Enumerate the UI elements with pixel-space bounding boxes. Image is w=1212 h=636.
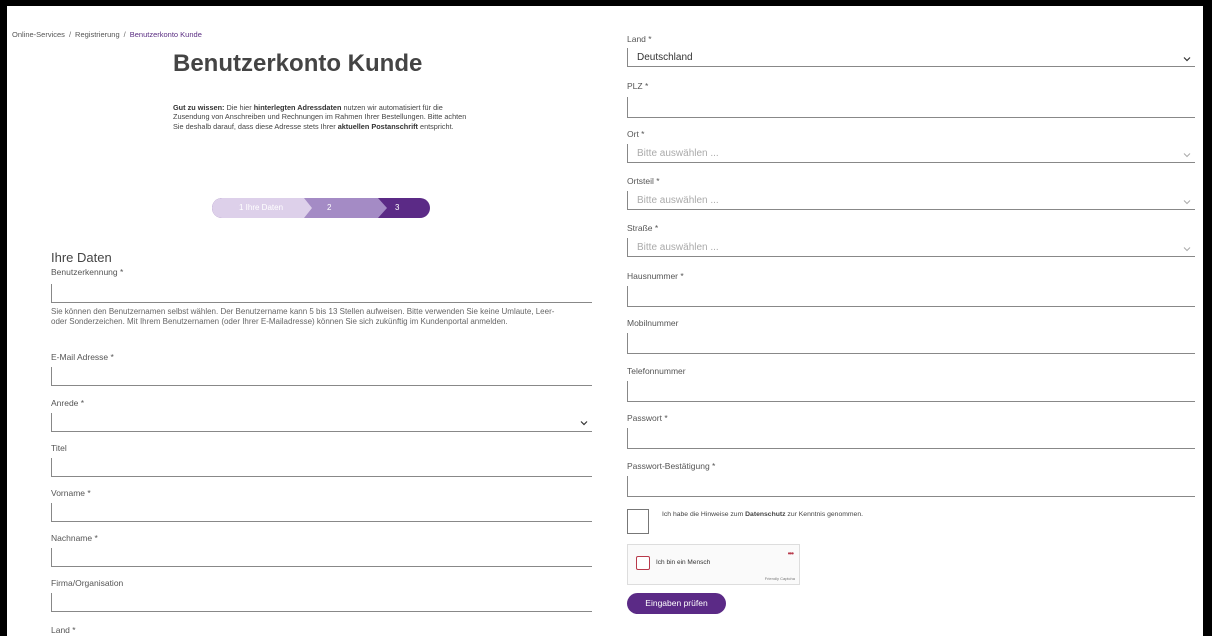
- chevron-down-icon: [1183, 198, 1191, 206]
- city-select-placeholder: Bitte auswählen ...: [637, 148, 719, 159]
- salutation-select[interactable]: [51, 413, 592, 432]
- chevron-down-icon: [1183, 151, 1191, 159]
- country-label-left: Land *: [51, 625, 76, 635]
- privacy-checkbox[interactable]: [627, 509, 649, 534]
- title-input[interactable]: [51, 458, 592, 477]
- mobile-label: Mobilnummer: [627, 318, 679, 328]
- zip-label: PLZ *: [627, 81, 649, 91]
- info-bold-hint: Gut zu wissen:: [173, 103, 225, 112]
- step-indicator: 1 Ihre Daten 2 3: [212, 198, 430, 218]
- housenumber-label: Hausnummer *: [627, 271, 684, 281]
- firstname-input[interactable]: [51, 503, 592, 522]
- email-label: E-Mail Adresse *: [51, 352, 114, 362]
- breadcrumb-link-online-services[interactable]: Online-Services: [12, 30, 65, 39]
- salutation-label: Anrede *: [51, 398, 85, 408]
- company-input[interactable]: [51, 593, 592, 612]
- window-frame-left: [0, 0, 7, 636]
- lastname-label: Nachname *: [51, 533, 98, 543]
- district-label: Ortsteil *: [627, 176, 660, 186]
- city-label: Ort *: [627, 129, 645, 139]
- privacy-checkbox-label: Ich habe die Hinweise zum Datenschutz zu…: [662, 511, 863, 518]
- zip-input[interactable]: [627, 97, 1195, 118]
- privacy-text-part: Ich habe die Hinweise zum: [662, 511, 746, 518]
- page-title: Benutzerkonto Kunde: [173, 50, 423, 77]
- step-2-label: 2: [327, 203, 332, 212]
- chevron-down-icon: [580, 419, 588, 427]
- email-input[interactable]: [51, 367, 592, 386]
- street-select-placeholder: Bitte auswählen ...: [637, 242, 719, 253]
- breadcrumb-separator: /: [123, 30, 126, 39]
- privacy-text-part: zur Kenntnis genommen.: [785, 511, 863, 518]
- password-confirm-label: Passwort-Bestätigung *: [627, 461, 716, 471]
- password-confirm-input[interactable]: [627, 476, 1195, 497]
- submit-button[interactable]: Eingaben prüfen: [627, 593, 726, 614]
- username-help-text: Sie können den Benutzernamen selbst wähl…: [51, 307, 555, 327]
- country-label: Land *: [627, 34, 652, 44]
- chevron-down-icon: [1183, 245, 1191, 253]
- info-text-part: entspricht.: [417, 121, 454, 131]
- mobile-input[interactable]: [627, 333, 1195, 354]
- district-select-placeholder: Bitte auswählen ...: [637, 195, 719, 206]
- info-text-part: Die hier: [224, 103, 254, 112]
- info-bold-address: hinterlegten Adressdaten: [253, 103, 342, 112]
- breadcrumb-link-registrierung[interactable]: Registrierung: [75, 30, 120, 39]
- city-select[interactable]: Bitte auswählen ...: [627, 144, 1195, 163]
- captcha-label: Ich bin ein Mensch: [656, 559, 711, 566]
- phone-label: Telefonnummer: [627, 366, 686, 376]
- breadcrumb: Online-Services / Registrierung / Benutzerko…: [12, 30, 202, 39]
- country-select[interactable]: Deutschland: [627, 48, 1195, 67]
- firstname-label: Vorname *: [51, 488, 91, 498]
- phone-input[interactable]: [627, 381, 1195, 402]
- company-label: Firma/Organisation: [51, 578, 124, 588]
- chevron-down-icon: [1183, 55, 1191, 63]
- captcha-widget: Ich bin ein Mensch ••• Friendly Captcha: [627, 544, 800, 585]
- section-title: Ihre Daten: [51, 250, 112, 265]
- housenumber-input[interactable]: [627, 286, 1195, 307]
- privacy-link[interactable]: Datenschutz: [745, 511, 785, 518]
- info-bold-postal: aktuellen Postanschrift: [337, 121, 418, 131]
- username-input[interactable]: [51, 284, 592, 303]
- breadcrumb-separator: /: [68, 30, 72, 39]
- title-label: Titel: [51, 443, 67, 453]
- lastname-input[interactable]: [51, 548, 592, 567]
- captcha-checkbox[interactable]: [636, 556, 650, 570]
- breadcrumb-current: Benutzerkonto Kunde: [129, 30, 202, 39]
- step-3-label: 3: [395, 203, 400, 212]
- window-frame-right: [1203, 0, 1212, 636]
- country-select-value: Deutschland: [637, 52, 693, 63]
- username-label: Benutzerkennung *: [51, 267, 124, 277]
- window-frame-top: [0, 0, 1212, 6]
- step-1-label: 1 Ihre Daten: [239, 203, 284, 212]
- password-label: Passwort *: [627, 413, 668, 423]
- district-select[interactable]: Bitte auswählen ...: [627, 191, 1195, 210]
- captcha-brand[interactable]: Friendly Captcha: [765, 576, 795, 581]
- street-label: Straße *: [627, 223, 659, 233]
- info-text: Gut zu wissen: Die hier hinterlegten Adr…: [173, 103, 473, 131]
- street-select[interactable]: Bitte auswählen ...: [627, 238, 1195, 257]
- captcha-menu-icon[interactable]: •••: [788, 549, 794, 558]
- password-input[interactable]: [627, 428, 1195, 449]
